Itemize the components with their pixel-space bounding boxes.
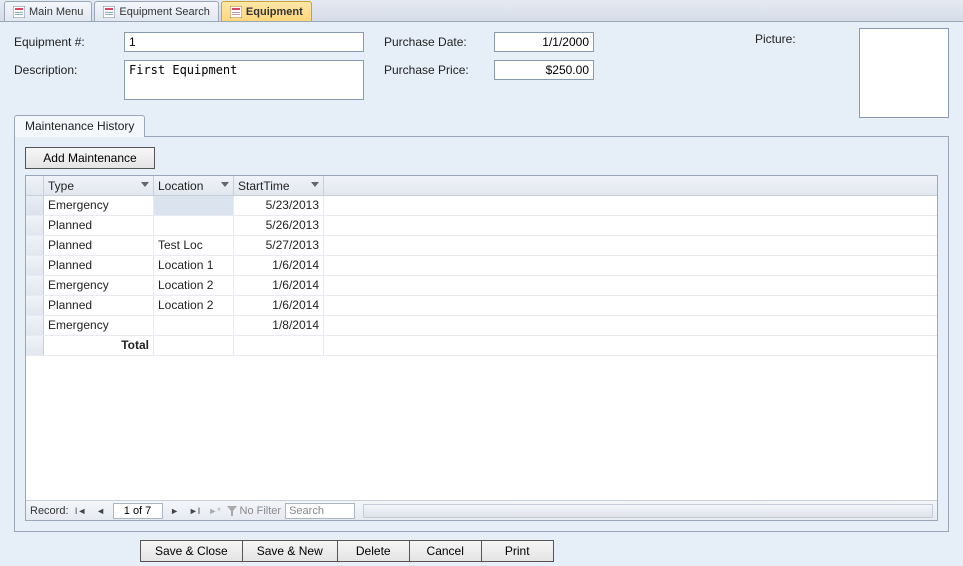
cell-type[interactable]: Planned [44, 296, 154, 315]
table-row[interactable]: Planned 5/26/2013 [26, 216, 937, 236]
equipment-form: Equipment #: Purchase Date: Description:… [0, 22, 963, 566]
tab-label: Main Menu [29, 6, 83, 18]
nav-next-button[interactable]: ► [167, 503, 183, 519]
cell-location[interactable]: Location 2 [154, 276, 234, 295]
save-new-button[interactable]: Save & New [243, 540, 338, 562]
cell-starttime[interactable]: 1/6/2014 [234, 296, 324, 315]
row-selector[interactable] [26, 276, 44, 295]
grid-header: Type Location StartTime [26, 176, 937, 196]
description-label: Description: [14, 60, 124, 77]
picture-box[interactable] [859, 28, 949, 118]
purchase-price-field[interactable] [494, 60, 594, 80]
delete-button[interactable]: Delete [338, 540, 410, 562]
chevron-down-icon [311, 182, 319, 190]
cell-starttime[interactable]: 1/6/2014 [234, 276, 324, 295]
no-filter-indicator[interactable]: No Filter [227, 505, 282, 517]
chevron-down-icon [141, 182, 149, 190]
picture-label: Picture: [755, 32, 796, 46]
nav-new-button[interactable]: ►* [207, 503, 223, 519]
cell-type[interactable]: Emergency [44, 276, 154, 295]
description-field[interactable] [124, 60, 364, 100]
nav-first-button[interactable]: I◄ [73, 503, 89, 519]
row-selector[interactable] [26, 256, 44, 275]
tab-equipment-search[interactable]: Equipment Search [94, 1, 219, 21]
purchase-price-label: Purchase Price: [384, 60, 494, 77]
table-row[interactable]: PlannedLocation 11/6/2014 [26, 256, 937, 276]
cell-starttime[interactable]: 5/23/2013 [234, 196, 324, 215]
cell-type[interactable]: Planned [44, 216, 154, 235]
maintenance-subform: Maintenance History Add Maintenance Type… [14, 114, 949, 532]
tab-maintenance-history[interactable]: Maintenance History [14, 115, 145, 137]
equipment-num-label: Equipment #: [14, 32, 124, 49]
row-selector[interactable] [26, 316, 44, 335]
cell-location[interactable]: Location 2 [154, 296, 234, 315]
purchase-date-label: Purchase Date: [384, 32, 494, 49]
cell-starttime[interactable]: 5/27/2013 [234, 236, 324, 255]
table-row[interactable]: PlannedTest Loc5/27/2013 [26, 236, 937, 256]
search-input[interactable] [285, 503, 355, 519]
cell-type[interactable]: Planned [44, 256, 154, 275]
cell-location[interactable]: Test Loc [154, 236, 234, 255]
purchase-date-field[interactable] [494, 32, 594, 52]
col-label: Location [158, 179, 203, 193]
document-tabstrip: Main Menu Equipment Search Equipment [0, 0, 963, 22]
table-row[interactable]: PlannedLocation 21/6/2014 [26, 296, 937, 316]
cell-type[interactable]: Emergency [44, 316, 154, 335]
col-label: StartTime [238, 179, 290, 193]
total-label: Total [44, 336, 154, 355]
row-selector[interactable] [26, 216, 44, 235]
record-navigator: Record: I◄ ◄ ► ►I ►* No Filter [26, 500, 937, 520]
cell-type[interactable]: Emergency [44, 196, 154, 215]
cell-location[interactable]: Location 1 [154, 256, 234, 275]
form-icon [13, 6, 25, 18]
cell-starttime[interactable]: 1/8/2014 [234, 316, 324, 335]
select-all-corner[interactable] [26, 176, 44, 195]
totals-row: Total [26, 336, 937, 356]
row-selector[interactable] [26, 196, 44, 215]
col-header-location[interactable]: Location [154, 176, 234, 195]
table-row[interactable]: Emergency 5/23/2013 [26, 196, 937, 216]
tab-equipment[interactable]: Equipment [221, 1, 312, 21]
cell-location[interactable] [154, 196, 234, 215]
add-maintenance-button[interactable]: Add Maintenance [25, 147, 155, 169]
form-icon [103, 6, 115, 18]
table-row[interactable]: EmergencyLocation 21/6/2014 [26, 276, 937, 296]
cell-location[interactable] [154, 316, 234, 335]
cell-starttime[interactable]: 1/6/2014 [234, 256, 324, 275]
nav-prev-button[interactable]: ◄ [93, 503, 109, 519]
table-row[interactable]: Emergency 1/8/2014 [26, 316, 937, 336]
chevron-down-icon [221, 182, 229, 190]
tab-main-menu[interactable]: Main Menu [4, 1, 92, 21]
cell-type[interactable]: Planned [44, 236, 154, 255]
filter-icon [227, 506, 237, 516]
row-selector [26, 336, 44, 355]
action-bar: Save & Close Save & New Delete Cancel Pr… [140, 540, 554, 562]
row-selector[interactable] [26, 236, 44, 255]
nav-last-button[interactable]: ►I [187, 503, 203, 519]
save-close-button[interactable]: Save & Close [140, 540, 243, 562]
cancel-button[interactable]: Cancel [410, 540, 482, 562]
cell-location[interactable] [154, 216, 234, 235]
form-icon [230, 6, 242, 18]
cell-starttime[interactable]: 5/26/2013 [234, 216, 324, 235]
col-label: Type [48, 179, 74, 193]
tab-label: Equipment Search [119, 6, 210, 18]
tab-label: Equipment [246, 6, 303, 18]
horizontal-scrollbar[interactable] [363, 504, 933, 518]
row-selector[interactable] [26, 296, 44, 315]
col-header-type[interactable]: Type [44, 176, 154, 195]
record-label: Record: [30, 505, 69, 517]
nav-position-field[interactable] [113, 503, 163, 519]
col-header-starttime[interactable]: StartTime [234, 176, 324, 195]
maintenance-grid: Type Location StartTime Emergency 5/23/20… [25, 175, 938, 521]
print-button[interactable]: Print [482, 540, 554, 562]
equipment-num-field[interactable] [124, 32, 364, 52]
